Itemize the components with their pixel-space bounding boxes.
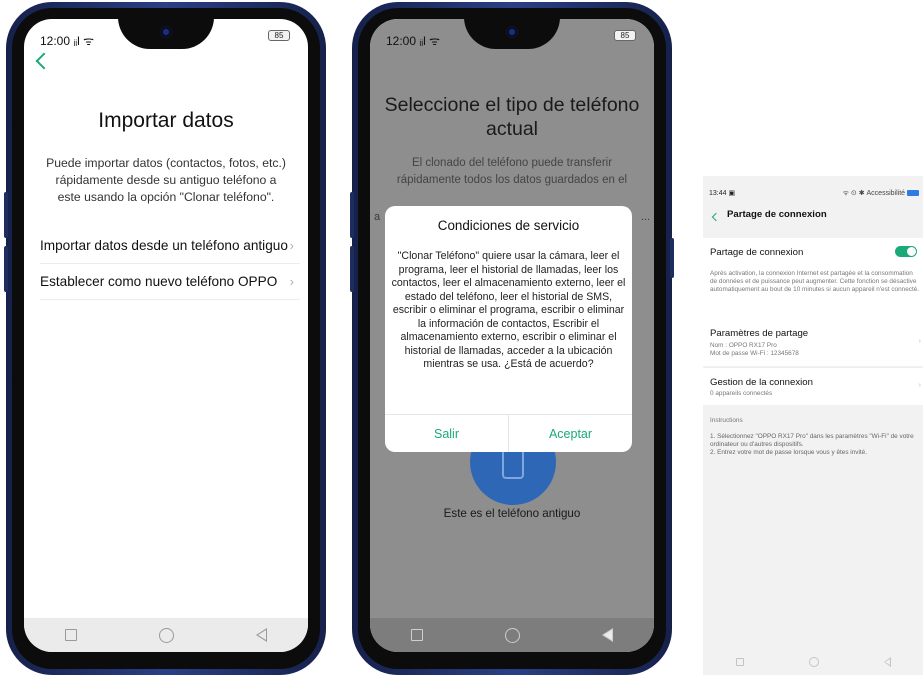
- hotspot-settings-screen: 13:44 ▣ ᯤ ⊙ ✱ Accessibilité Partage de c…: [703, 176, 923, 675]
- connection-management-label: Gestion de la connexion: [710, 377, 813, 388]
- dialog-body: "Clonar Teléfono" quiere usar la cámara,…: [391, 250, 626, 370]
- phone1-screen: 12:00 ᵢᵢl ᯤ 85 Importar datos Puede impo…: [24, 19, 308, 652]
- side-button: [4, 192, 8, 238]
- dialog-actions: Salir Aceptar: [385, 414, 632, 452]
- page-title: Seleccione el tipo de teléfono actual: [384, 94, 640, 140]
- status-time: 13:44 ▣: [709, 190, 736, 197]
- hotspot-toggle[interactable]: [895, 246, 917, 257]
- side-button: [670, 238, 674, 278]
- hotspot-name: Nom : OPPO RX17 Pro: [710, 342, 777, 349]
- option-text-right: ...: [640, 211, 650, 223]
- side-button: [4, 246, 8, 292]
- front-camera-icon: [506, 26, 518, 38]
- battery-icon: 85: [268, 30, 290, 41]
- dialog-title: Condiciones de servicio: [437, 218, 580, 233]
- home-icon[interactable]: [159, 627, 174, 643]
- page-description: El clonado del teléfono puede transferir…: [396, 157, 628, 186]
- page-description: Puede importar datos (contactos, fotos, …: [46, 156, 286, 204]
- phone-select-type: 12:00 ᵢᵢl ᯤ 85 Seleccione el tipo de tel…: [350, 2, 674, 675]
- status-time: 12:00 ᵢᵢl ᯤ: [386, 34, 441, 48]
- recent-apps-icon[interactable]: [411, 629, 423, 641]
- back-arrow-icon[interactable]: [35, 52, 53, 70]
- home-icon[interactable]: [808, 657, 819, 667]
- option-label: Importar datos desde un teléfono antiguo: [40, 238, 288, 253]
- gallery-icon: ▣: [728, 190, 736, 197]
- share-settings-label: Paramètres de partage: [710, 328, 809, 339]
- recent-apps-icon[interactable]: [65, 629, 77, 641]
- chevron-right-icon: ›: [289, 238, 294, 253]
- front-camera-icon: [160, 26, 172, 38]
- navigation-bar: [703, 649, 923, 675]
- chevron-right-icon: ›: [918, 382, 921, 389]
- navigation-bar: [370, 618, 654, 652]
- accept-button[interactable]: Aceptar: [508, 415, 632, 452]
- hotspot-card: Partage de connexion Après activation, l…: [703, 238, 923, 330]
- status-time: 12:00 ᵢᵢl ᯤ: [40, 34, 95, 48]
- instructions-title: Instructions: [710, 417, 743, 424]
- import-from-old-phone-option[interactable]: Importar datos desde un teléfono antiguo…: [40, 228, 300, 264]
- hotspot-note: Après activation, la connexion Internet …: [710, 270, 920, 293]
- side-button: [350, 246, 354, 292]
- instructions-step-2: 2. Entrez votre mot de passe lorsque vou…: [710, 449, 868, 456]
- hotspot-label: Partage de connexion: [710, 247, 804, 258]
- side-button: [350, 192, 354, 238]
- home-icon[interactable]: [505, 627, 520, 643]
- connection-management-row[interactable]: Gestion de la connexion 0 appareils conn…: [703, 367, 923, 405]
- set-as-new-phone-option[interactable]: Establecer como nuevo teléfono OPPO ›: [40, 264, 300, 300]
- phone-import-data: 12:00 ᵢᵢl ᯤ 85 Importar datos Puede impo…: [4, 2, 326, 675]
- navigation-bar: [24, 618, 308, 652]
- option-label: Establecer como nuevo teléfono OPPO: [40, 274, 278, 289]
- phone2-screen: 12:00 ᵢᵢl ᯤ 85 Seleccione el tipo de tel…: [370, 19, 654, 652]
- back-icon[interactable]: [883, 657, 891, 667]
- back-icon[interactable]: [602, 628, 613, 642]
- back-arrow-icon[interactable]: [711, 212, 721, 222]
- connected-devices-count: 0 appareils connectés: [710, 390, 773, 397]
- back-icon[interactable]: [256, 628, 267, 642]
- status-indicators: ᯤ ⊙ ✱ Accessibilité: [843, 189, 919, 198]
- page-title: Importar datos: [98, 109, 234, 132]
- chevron-right-icon: ›: [918, 338, 921, 345]
- old-phone-caption: Este es el teléfono antiguo: [443, 507, 581, 520]
- exit-button[interactable]: Salir: [385, 415, 508, 452]
- recent-apps-icon[interactable]: [735, 658, 744, 666]
- chevron-right-icon: ›: [289, 274, 294, 289]
- option-text-left: a: [374, 211, 381, 223]
- page-title: Partage de connexion: [727, 209, 827, 220]
- share-settings-row[interactable]: Paramètres de partage Nom : OPPO RX17 Pr…: [703, 320, 923, 366]
- battery-icon: [907, 190, 919, 197]
- instructions-step-1: 1. Sélectionnez "OPPO RX17 Pro" dans les…: [710, 433, 914, 448]
- terms-dialog: Condiciones de servicio "Clonar Teléfono…: [385, 206, 632, 452]
- battery-icon: 85: [614, 30, 636, 41]
- hotspot-password: Mot de passe Wi-Fi : 12345678: [710, 350, 799, 357]
